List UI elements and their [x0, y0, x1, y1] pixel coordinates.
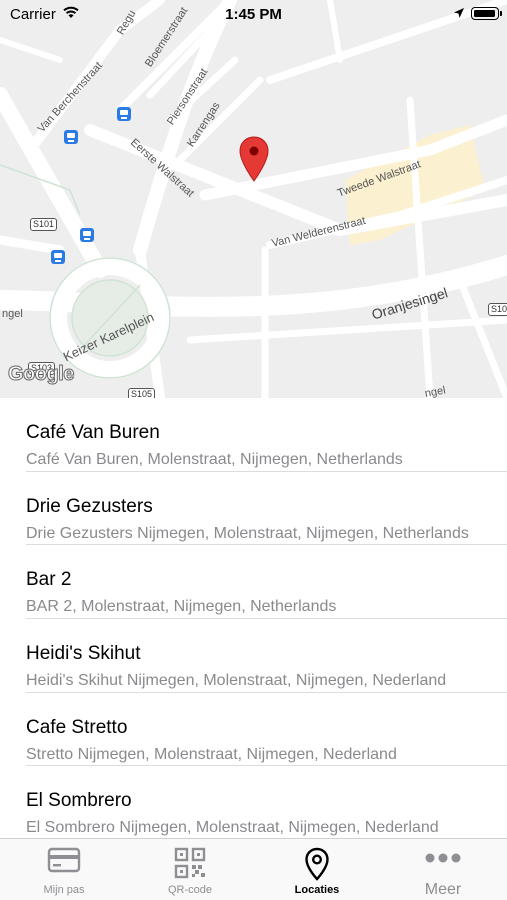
location-address: Drie Gezusters Nijmegen, Molenstraat, Ni…	[26, 524, 469, 542]
route-shield: S101	[30, 218, 58, 231]
tab-qr-code[interactable]: QR-code	[127, 839, 253, 900]
location-address: Heidi's Skihut Nijmegen, Molenstraat, Ni…	[26, 672, 447, 690]
tab-label: Mijn pas	[43, 884, 85, 896]
map-roads	[0, 0, 507, 398]
tab-locaties[interactable]: Locaties	[254, 839, 380, 900]
street-label: ngel	[423, 384, 447, 398]
tab-bar: Mijn pas QR-code Locaties Meer	[0, 838, 507, 900]
location-pin-icon	[305, 847, 329, 881]
location-address: BAR 2, Molenstraat, Nijmegen, Netherland…	[26, 598, 337, 616]
location-arrow-icon	[454, 8, 464, 18]
tab-label: QR-code	[167, 884, 213, 896]
list-item[interactable]: El Sombrero El Sombrero Nijmegen, Molens…	[0, 766, 507, 838]
bus-stop-icon[interactable]	[117, 107, 131, 121]
tab-mijn-pas[interactable]: Mijn pas	[1, 839, 127, 900]
list-item[interactable]: Bar 2 BAR 2, Molenstraat, Nijmegen, Neth…	[0, 545, 507, 620]
tab-label: Meer	[424, 881, 462, 898]
location-name: Cafe Stretto	[26, 716, 128, 738]
route-shield: S10	[488, 303, 507, 316]
route-shield: S105	[128, 388, 156, 398]
location-name: Heidi's Skihut	[26, 643, 141, 665]
location-name: Café Van Buren	[26, 422, 160, 443]
tab-meer[interactable]: Meer	[380, 839, 506, 900]
more-dots-icon	[425, 853, 461, 863]
map-view[interactable]: Regu Bloemerstraat Van Berchenstraat Pie…	[0, 0, 507, 398]
bus-stop-icon[interactable]	[51, 250, 65, 264]
battery-icon	[471, 7, 502, 20]
location-address: El Sombrero Nijmegen, Molenstraat, Nijme…	[26, 819, 439, 837]
location-address: Café Van Buren, Molenstraat, Nijmegen, N…	[26, 451, 403, 468]
google-logo: Google	[8, 363, 75, 386]
map-pin-icon[interactable]	[239, 136, 269, 182]
street-label: ngel	[2, 308, 23, 320]
locations-list[interactable]: Café Van Buren Café Van Buren, Molenstra…	[0, 398, 507, 838]
card-icon	[47, 847, 81, 873]
location-name: Drie Gezusters	[26, 495, 153, 517]
location-name: El Sombrero	[26, 790, 132, 812]
location-name: Bar 2	[26, 569, 72, 591]
bus-stop-icon[interactable]	[80, 228, 94, 242]
qr-code-icon	[174, 847, 206, 879]
list-item[interactable]: Café Van Buren Café Van Buren, Molenstra…	[0, 398, 507, 472]
tab-label: Locaties	[294, 884, 340, 896]
status-time: 1:45 PM	[225, 6, 282, 23]
list-item[interactable]: Cafe Stretto Stretto Nijmegen, Molenstra…	[0, 693, 507, 767]
status-bar: Carrier 1:45 PM	[0, 0, 507, 30]
list-item[interactable]: Heidi's Skihut Heidi's Skihut Nijmegen, …	[0, 619, 507, 693]
location-address: Stretto Nijmegen, Molenstraat, Nijmegen,…	[26, 745, 397, 763]
bus-stop-icon[interactable]	[64, 130, 78, 144]
list-item[interactable]: Drie Gezusters Drie Gezusters Nijmegen, …	[0, 472, 507, 546]
